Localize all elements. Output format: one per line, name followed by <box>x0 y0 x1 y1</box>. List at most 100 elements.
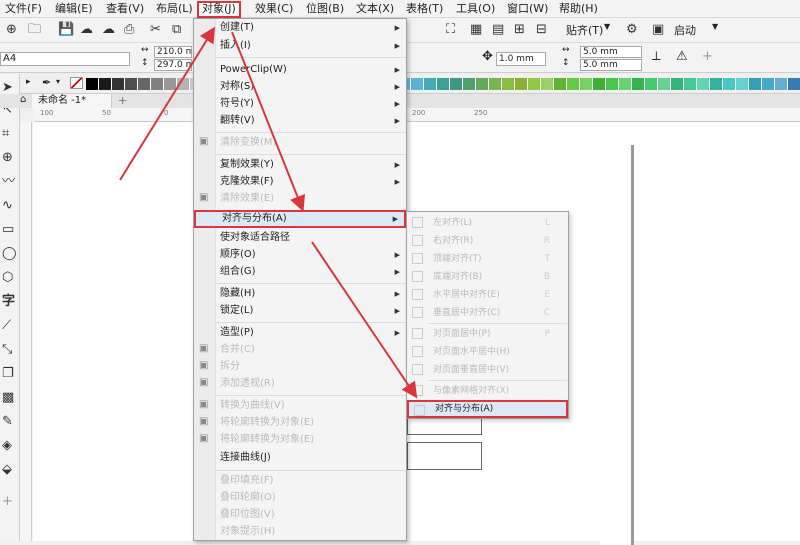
arrow-right-icon[interactable]: ▸ <box>26 77 31 87</box>
color-swatch[interactable] <box>723 78 736 90</box>
color-swatch[interactable] <box>151 78 164 90</box>
artistic-media-icon[interactable]: ∿ <box>2 198 13 214</box>
save-icon[interactable]: 💾 <box>58 20 74 40</box>
color-swatch[interactable] <box>593 78 606 90</box>
menu-item-15[interactable]: 使对象适合路径 <box>194 229 406 247</box>
color-swatch[interactable] <box>697 78 710 90</box>
menu-7[interactable]: 文本(X) <box>353 2 397 17</box>
rulers-icon[interactable]: ▤ <box>492 20 504 40</box>
chevron-down-icon[interactable]: ▼ <box>712 22 718 31</box>
color-swatch[interactable] <box>411 78 424 90</box>
color-swatch[interactable] <box>164 78 177 90</box>
menu-item-4[interactable]: 对称(S) ▶ <box>194 78 406 96</box>
interactive-fill-icon[interactable]: ◈ <box>2 438 12 454</box>
grid-icon[interactable]: ▦ <box>470 20 482 40</box>
menu-item-11[interactable]: 克隆效果(F) ▶ <box>194 173 406 191</box>
menu-5[interactable]: 效果(C) <box>252 2 296 17</box>
transform-icon[interactable]: ⟂ <box>652 49 661 64</box>
menu-item-6[interactable]: 翻转(V) ▶ <box>194 112 406 130</box>
menu-0[interactable]: 文件(F) <box>2 2 45 17</box>
page-width-field[interactable]: 210.0 mm <box>154 46 192 58</box>
menu-3[interactable]: 布局(L) <box>153 2 196 17</box>
menu-item-16[interactable]: 顺序(O) ▶ <box>194 246 406 264</box>
menu-8[interactable]: 表格(T) <box>403 2 446 17</box>
menu-item-17[interactable]: 组合(G) ▶ <box>194 263 406 281</box>
page-height-field[interactable]: 297.0 mm <box>154 59 192 71</box>
color-swatch[interactable] <box>736 78 749 90</box>
add-tool-icon[interactable]: + <box>2 494 13 510</box>
transparency-tool-icon[interactable]: ▩ <box>2 390 14 406</box>
menu-6[interactable]: 位图(B) <box>303 2 347 17</box>
crop-tool-icon[interactable]: ⌗ <box>2 126 9 142</box>
menu-item-3[interactable]: PowerClip(W) ▶ <box>194 61 406 79</box>
connector-tool-icon[interactable]: ⤡ <box>2 342 12 358</box>
color-swatch[interactable] <box>112 78 125 90</box>
chevron-down-icon[interactable]: ▼ <box>604 22 610 31</box>
color-swatch[interactable] <box>710 78 723 90</box>
color-swatch[interactable] <box>528 78 541 90</box>
color-swatch[interactable] <box>567 78 580 90</box>
submenu-item-12[interactable]: 对齐与分布(A) <box>407 400 568 418</box>
menu-item-19[interactable]: 隐藏(H) ▶ <box>194 285 406 303</box>
color-swatch[interactable] <box>437 78 450 90</box>
no-color-swatch[interactable] <box>70 77 83 89</box>
add-icon[interactable]: + <box>702 49 713 64</box>
cut-icon[interactable]: ✂ <box>150 20 161 40</box>
vertical-ruler[interactable] <box>20 122 32 541</box>
eyedropper-icon[interactable]: ✒ <box>42 76 51 89</box>
guidelines-icon[interactable]: ⊞ <box>514 20 525 40</box>
color-swatch[interactable] <box>541 78 554 90</box>
horizontal-ruler[interactable]: 10050050100150200250 <box>34 108 800 122</box>
smart-fill-icon[interactable]: ⬙ <box>2 462 12 478</box>
color-swatch[interactable] <box>645 78 658 90</box>
rectangle-tool-icon[interactable]: ▭ <box>2 222 14 238</box>
copy-icon[interactable]: ⧉ <box>172 20 181 40</box>
color-swatch[interactable] <box>502 78 515 90</box>
text-tool-icon[interactable]: 字 <box>2 294 15 310</box>
color-swatch[interactable] <box>515 78 528 90</box>
launch-dropdown[interactable]: 启动 <box>674 22 696 38</box>
menu-item-22[interactable]: 造型(P) ▶ <box>194 324 406 342</box>
menu-item-10[interactable]: 复制效果(Y) ▶ <box>194 156 406 174</box>
cloud-upload-icon[interactable]: ☁ <box>80 20 93 40</box>
ellipse-tool-icon[interactable]: ◯ <box>2 246 17 262</box>
menu-2[interactable]: 查看(V) <box>103 2 147 17</box>
color-swatch[interactable] <box>788 78 800 90</box>
menu-9[interactable]: 工具(O) <box>453 2 498 17</box>
page-size-select[interactable]: A4 <box>0 52 130 66</box>
menu-11[interactable]: 帮助(H) <box>556 2 601 17</box>
symmetry-icon[interactable]: ⚠ <box>676 49 688 64</box>
rectangle-object[interactable] <box>407 442 482 470</box>
snap-icon[interactable]: ⊟ <box>536 20 547 40</box>
menu-1[interactable]: 编辑(E) <box>52 2 96 17</box>
menu-item-5[interactable]: 符号(Y) ▶ <box>194 95 406 113</box>
menu-item-0[interactable]: 创建(T) ▶ <box>194 19 406 37</box>
color-swatch[interactable] <box>632 78 645 90</box>
color-swatch[interactable] <box>762 78 775 90</box>
menu-item-14[interactable]: 对齐与分布(A) ▶ <box>194 210 406 228</box>
launch-icon[interactable]: ▣ <box>652 20 664 40</box>
drop-shadow-icon[interactable]: ❐ <box>2 366 14 382</box>
color-swatch[interactable] <box>86 78 99 90</box>
nudge-distance-field[interactable]: 1.0 mm <box>496 52 546 66</box>
color-swatch[interactable] <box>125 78 138 90</box>
color-swatch[interactable] <box>138 78 151 90</box>
color-swatch[interactable] <box>463 78 476 90</box>
color-swatch[interactable] <box>775 78 788 90</box>
gear-icon[interactable]: ⚙ <box>626 20 638 40</box>
color-swatch[interactable] <box>424 78 437 90</box>
zoom-tool-icon[interactable]: ⊕ <box>2 150 13 166</box>
menu-10[interactable]: 窗口(W) <box>504 2 551 17</box>
freehand-tool-icon[interactable]: 〰 <box>2 174 15 190</box>
document-tab[interactable]: 未命名 -1* <box>32 94 112 108</box>
polygon-tool-icon[interactable]: ⬡ <box>2 270 13 286</box>
duplicate-distance-x-field[interactable]: 5.0 mm <box>580 46 642 58</box>
color-swatch[interactable] <box>684 78 697 90</box>
menu-item-20[interactable]: 锁定(L) ▶ <box>194 302 406 320</box>
new-document-icon[interactable]: ⊕ <box>6 20 17 40</box>
color-swatch[interactable] <box>619 78 632 90</box>
color-swatch[interactable] <box>476 78 489 90</box>
color-swatch[interactable] <box>580 78 593 90</box>
snap-to-dropdown[interactable]: 贴齐(T) <box>566 22 603 38</box>
color-swatch[interactable] <box>606 78 619 90</box>
